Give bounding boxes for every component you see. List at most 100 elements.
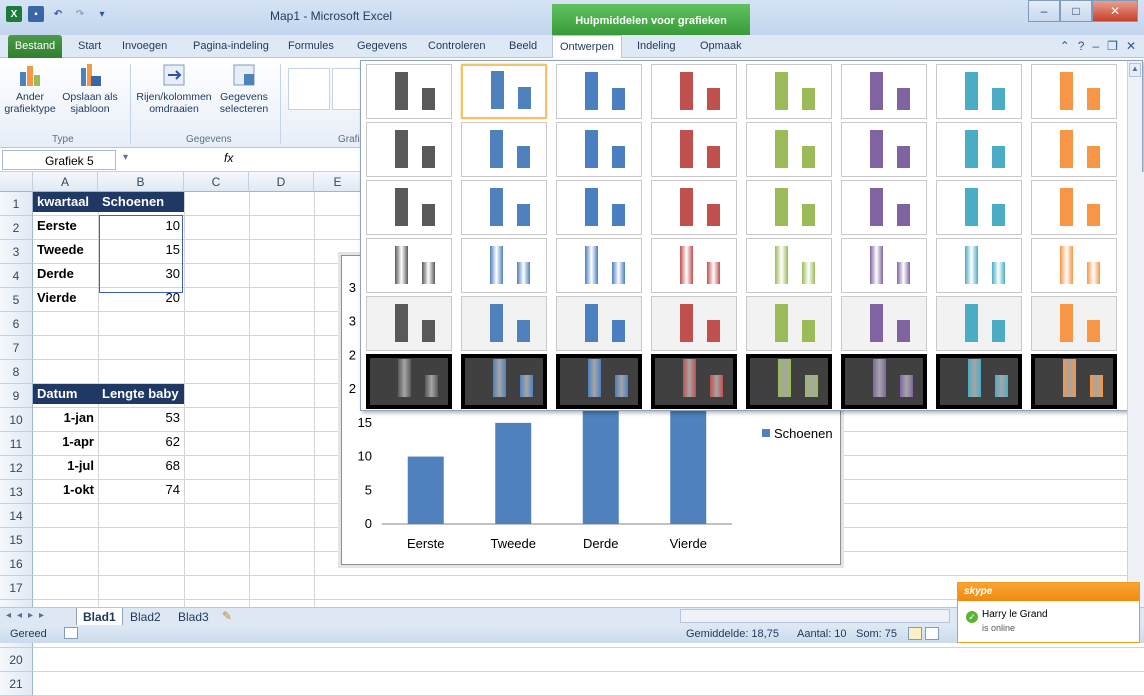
row-header-20[interactable]: 20 (0, 648, 33, 672)
save-as-template-button[interactable]: Opslaan als sjabloon (60, 62, 120, 115)
chart-style-17[interactable] (366, 180, 452, 235)
chart-style-7[interactable] (936, 64, 1022, 119)
skype-notification[interactable]: skype ✓ Harry le Grand is online (957, 582, 1140, 643)
chart-style-44[interactable] (651, 354, 737, 409)
select-data-button[interactable]: Gegevens selecteren (214, 62, 274, 115)
window-restore-icon[interactable]: ❐ (1107, 39, 1118, 53)
chart-style-6[interactable] (841, 64, 927, 119)
chart-style-46[interactable] (841, 354, 927, 409)
col-header-a[interactable]: A (33, 172, 98, 192)
chart-style-26[interactable] (461, 238, 547, 293)
row-header-17[interactable]: 17 (0, 576, 33, 600)
row-header-2[interactable]: 2 (0, 216, 33, 240)
layout-thumb-2[interactable] (332, 68, 362, 110)
chart-style-15[interactable] (936, 122, 1022, 177)
change-chart-type-button[interactable]: Ander grafiektype (2, 62, 58, 115)
chart-style-31[interactable] (936, 238, 1022, 293)
row-header-13[interactable]: 13 (0, 480, 33, 504)
col-header-b[interactable]: B (98, 172, 184, 192)
chart-style-42[interactable] (461, 354, 547, 409)
page-layout-view-icon[interactable] (925, 627, 939, 640)
chart-style-14[interactable] (841, 122, 927, 177)
cell-b11[interactable]: 53 (98, 408, 184, 428)
chart-style-22[interactable] (841, 180, 927, 235)
name-box[interactable]: Grafiek 5 (2, 150, 116, 170)
chart-style-30[interactable] (841, 238, 927, 293)
chart-style-36[interactable] (651, 296, 737, 351)
macro-record-icon[interactable] (64, 627, 78, 639)
chart-style-1[interactable] (366, 64, 452, 119)
chart-style-25[interactable] (366, 238, 452, 293)
row-header-21[interactable]: 21 (0, 672, 33, 696)
window-minimize-icon[interactable]: – (1092, 39, 1099, 53)
chart-style-39[interactable] (936, 296, 1022, 351)
chart-style-33[interactable] (366, 296, 452, 351)
tab-beeld[interactable]: Beeld (509, 35, 537, 58)
chart-style-47[interactable] (936, 354, 1022, 409)
fx-icon[interactable]: fx (224, 151, 233, 165)
chart-style-4[interactable] (651, 64, 737, 119)
chart-style-35[interactable] (556, 296, 642, 351)
chart-style-19[interactable] (556, 180, 642, 235)
cell-a14[interactable]: 1-okt (33, 480, 98, 500)
row-header-16[interactable]: 16 (0, 552, 33, 576)
horizontal-scrollbar[interactable] (680, 609, 950, 623)
chart-style-38[interactable] (841, 296, 927, 351)
row-header-5[interactable]: 5 (0, 288, 33, 312)
chart-style-11[interactable] (556, 122, 642, 177)
tab-ontwerpen[interactable]: Ontwerpen (552, 35, 622, 58)
customize-qat-icon[interactable]: ▾ (94, 6, 110, 22)
sheet-tab-blad3[interactable]: Blad3 (172, 608, 215, 625)
col-header-d[interactable]: D (249, 172, 314, 192)
row-header-6[interactable]: 6 (0, 312, 33, 336)
close-button[interactable]: ✕ (1092, 0, 1138, 22)
chart-style-21[interactable] (746, 180, 832, 235)
cell-b13[interactable]: 68 (98, 456, 184, 476)
vertical-scrollbar[interactable] (1127, 172, 1144, 607)
cell-b12[interactable]: 62 (98, 432, 184, 452)
tab-controleren[interactable]: Controleren (428, 35, 485, 58)
cell-a2[interactable]: Eerste (33, 216, 98, 236)
chart-style-40[interactable] (1031, 296, 1117, 351)
cell-a3[interactable]: Tweede (33, 240, 98, 260)
gallery-scroll-up-icon[interactable]: ▲ (1129, 63, 1141, 77)
row-header-9[interactable]: 9 (0, 384, 33, 408)
chart-style-24[interactable] (1031, 180, 1117, 235)
select-all-corner[interactable] (0, 172, 33, 192)
col-header-e[interactable]: E (314, 172, 362, 192)
chart-style-20[interactable] (651, 180, 737, 235)
chart-style-43[interactable] (556, 354, 642, 409)
chart-style-3[interactable] (556, 64, 642, 119)
chart-style-34[interactable] (461, 296, 547, 351)
chart-style-45[interactable] (746, 354, 832, 409)
chart-style-37[interactable] (746, 296, 832, 351)
redo-icon[interactable]: ↷ (72, 6, 88, 22)
chart-style-41[interactable] (366, 354, 452, 409)
chart-style-32[interactable] (1031, 238, 1117, 293)
cell-b14[interactable]: 74 (98, 480, 184, 500)
cell-a10[interactable]: Datum (33, 384, 98, 404)
tab-start[interactable]: Start (78, 35, 101, 58)
tab-bestand[interactable]: Bestand (8, 35, 62, 58)
sheet-tab-blad2[interactable]: Blad2 (124, 608, 167, 625)
row-header-11[interactable]: 11 (0, 432, 33, 456)
tab-pagina-indeling[interactable]: Pagina-indeling (193, 35, 269, 58)
cell-a1[interactable]: kwartaal (33, 192, 98, 212)
row-header-14[interactable]: 14 (0, 504, 33, 528)
cell-b1[interactable]: Schoenen (98, 192, 184, 212)
tab-invoegen[interactable]: Invoegen (122, 35, 167, 58)
cell-a13[interactable]: 1-jul (33, 456, 98, 476)
sheet-tab-blad1[interactable]: Blad1 (76, 608, 123, 625)
cell-a4[interactable]: Derde (33, 264, 98, 284)
row-header-8[interactable]: 8 (0, 360, 33, 384)
col-header-c[interactable]: C (184, 172, 249, 192)
row-header-7[interactable]: 7 (0, 336, 33, 360)
tab-formules[interactable]: Formules (288, 35, 334, 58)
cell-a11[interactable]: 1-jan (33, 408, 98, 428)
chart-style-16[interactable] (1031, 122, 1117, 177)
save-icon[interactable]: ▪ (28, 6, 44, 22)
name-box-dropdown-icon[interactable]: ▾ (123, 152, 128, 163)
chart-style-29[interactable] (746, 238, 832, 293)
cell-b10[interactable]: Lengte baby (98, 384, 184, 404)
chart-style-8[interactable] (1031, 64, 1117, 119)
